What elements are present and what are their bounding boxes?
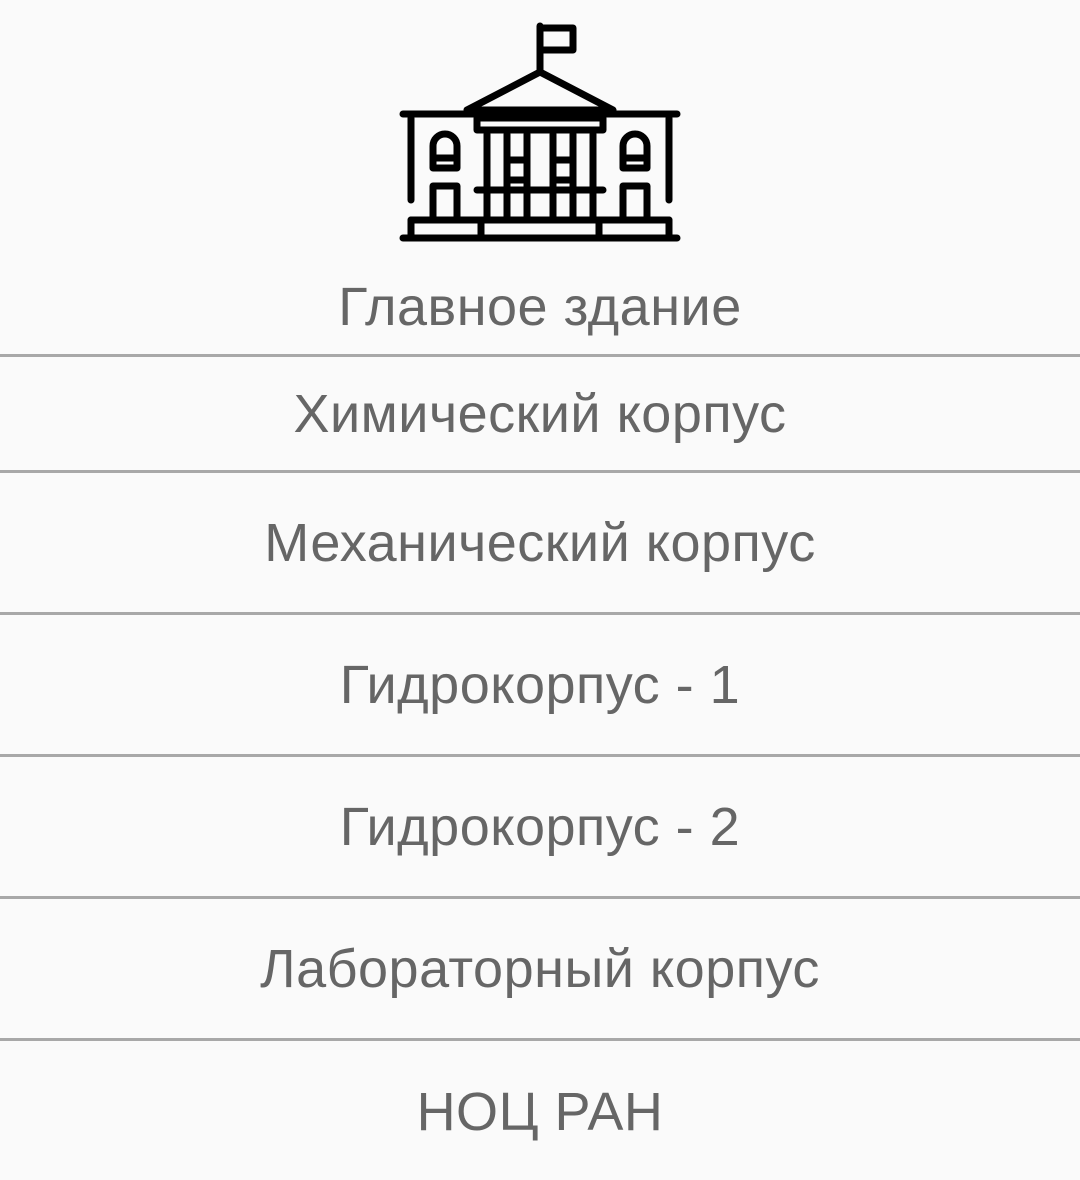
building-item-laboratory[interactable]: Лабораторный корпус: [0, 899, 1080, 1041]
government-building-icon: [399, 22, 681, 242]
building-item-hydro-2[interactable]: Гидрокорпус - 2: [0, 757, 1080, 899]
building-item-label: Гидрокорпус - 2: [339, 796, 741, 857]
building-item-label: НОЦ РАН: [416, 1082, 664, 1142]
building-item-label: Главное здание: [338, 277, 742, 337]
building-item-mechanical[interactable]: Механический корпус: [0, 473, 1080, 615]
header-logo: [0, 0, 1080, 250]
building-item-chemical[interactable]: Химический корпус: [0, 357, 1080, 473]
building-item-noc-ran[interactable]: НОЦ РАН: [0, 1041, 1080, 1180]
building-item-label: Лабораторный корпус: [260, 938, 820, 999]
building-item-label: Гидрокорпус - 1: [339, 654, 741, 715]
building-item-label: Механический корпус: [264, 512, 816, 573]
building-item-hydro-1[interactable]: Гидрокорпус - 1: [0, 615, 1080, 757]
building-list: Главное здание Химический корпус Механич…: [0, 250, 1080, 1180]
building-item-label: Химический корпус: [293, 383, 787, 444]
building-item-main[interactable]: Главное здание: [0, 250, 1080, 357]
